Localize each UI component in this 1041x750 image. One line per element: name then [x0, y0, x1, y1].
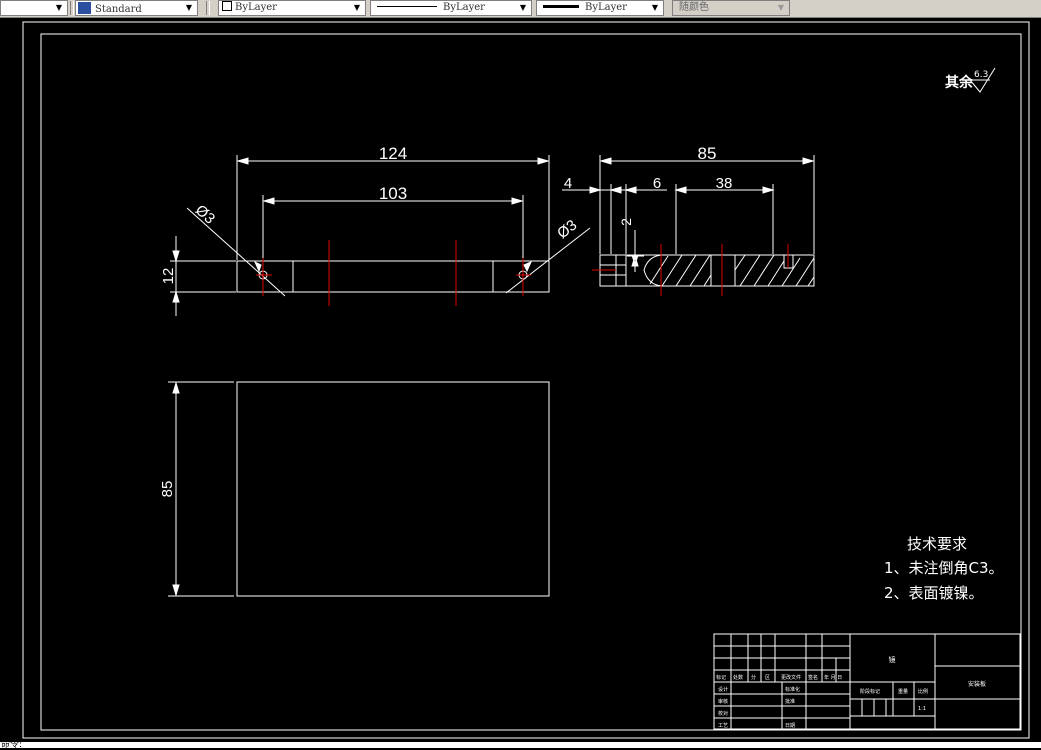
linetype-sample-icon [377, 6, 437, 7]
chevron-down-icon: ▼ [519, 3, 527, 12]
sheet-outer-frame [22, 21, 1030, 739]
dim-text-103: 103 [379, 184, 407, 203]
toolbar-separator [206, 1, 210, 15]
tech-req-title: 技术要求 [907, 535, 967, 553]
dim-width-plan [168, 381, 234, 597]
color-control-dropdown[interactable]: ByLayer ▼ [218, 0, 366, 16]
tb-role: 设计 [718, 686, 728, 693]
tb-role: 工艺 [718, 723, 728, 729]
tb-right-header: 重量 [898, 688, 908, 695]
roughness-value: 6.3 [974, 70, 988, 80]
tech-req-item: 1、未注倒角C3。 [884, 559, 1004, 577]
plan-view-outline [236, 381, 550, 597]
dim-overall-length [236, 155, 550, 260]
plot-style-dropdown[interactable]: 随颜色 ▼ [672, 0, 790, 16]
title-drawing-name: 安装板 [968, 680, 986, 688]
dim-text-2: 2 [618, 218, 634, 226]
tb-header: 分 [751, 674, 756, 681]
dimension-style-icon [78, 2, 91, 14]
drawing-canvas[interactable]: 124 103 Ø3 Ø3 12 85 4 6 38 2 85 其余 6.3 技… [0, 18, 1041, 742]
lineweight-sample-icon [543, 5, 579, 8]
dim-text-85-side: 85 [698, 144, 717, 163]
layer-color-value: ByLayer [235, 2, 277, 13]
tb-role: 校对 [718, 710, 728, 717]
dim-text-6: 6 [653, 175, 661, 192]
dim-text-38: 38 [716, 175, 733, 192]
lineweight-value: ByLayer [585, 2, 627, 13]
dim-text-12: 12 [160, 268, 177, 285]
dim-offset-2 [627, 230, 644, 272]
tb-mid-label: 标准化 [785, 686, 800, 693]
dim-style-dropdown[interactable]: Standard ▼ [75, 0, 198, 16]
tb-scale: 1:1 [918, 706, 926, 712]
dim-text-dia-left: Ø3 [192, 202, 218, 228]
linetype-value: ByLayer [443, 2, 485, 13]
dim-style-value: Standard [95, 4, 142, 15]
properties-toolbar: ▼ Standard ▼ ByLayer ▼ ByLayer ▼ ByLayer… [0, 0, 1041, 18]
dim-depth-side [599, 155, 815, 254]
chevron-down-icon: ▼ [353, 3, 361, 12]
dim-text-85-plan: 85 [159, 481, 176, 498]
chevron-down-icon: ▼ [651, 3, 659, 12]
chevron-down-icon: ▼ [185, 3, 193, 12]
dim-hole-spacing [262, 195, 524, 270]
toolbar-separator [70, 1, 74, 15]
linetype-control-dropdown[interactable]: ByLayer ▼ [370, 0, 532, 16]
tb-header: 签名 [808, 674, 818, 681]
plot-style-value: 随颜色 [679, 2, 709, 13]
chevron-down-icon: ▼ [55, 3, 63, 12]
tb-mid-label: 日期 [785, 723, 795, 729]
tb-header: 处数 [733, 674, 743, 681]
tb-right-header: 比例 [918, 688, 928, 695]
roughness-label: 其余 [945, 74, 974, 91]
text-style-dropdown[interactable]: ▼ [0, 0, 68, 16]
tb-header: 区 [765, 675, 770, 681]
tb-right-header: 阶段标记 [860, 688, 880, 695]
tb-header: 标记 [716, 674, 726, 681]
command-line[interactable]: 命令: [0, 740, 1041, 750]
dim-chain [562, 184, 775, 254]
chevron-down-icon: ▼ [777, 3, 785, 12]
dim-text-124: 124 [379, 144, 407, 163]
color-swatch-icon [222, 1, 232, 11]
lineweight-control-dropdown[interactable]: ByLayer ▼ [536, 0, 664, 16]
tb-header: 年 月 日 [824, 674, 842, 681]
dim-height [170, 236, 236, 316]
title-part-name: 镜 [889, 655, 896, 664]
tb-mid-label: 批准 [785, 698, 795, 705]
tb-header: 更改文件 [781, 674, 801, 681]
tech-req-item: 2、表面镀镍。 [884, 584, 984, 602]
front-view-outline [236, 260, 550, 293]
tb-role: 审核 [718, 698, 728, 705]
dim-text-4: 4 [564, 175, 572, 192]
command-prompt: 命令: [1, 740, 23, 750]
